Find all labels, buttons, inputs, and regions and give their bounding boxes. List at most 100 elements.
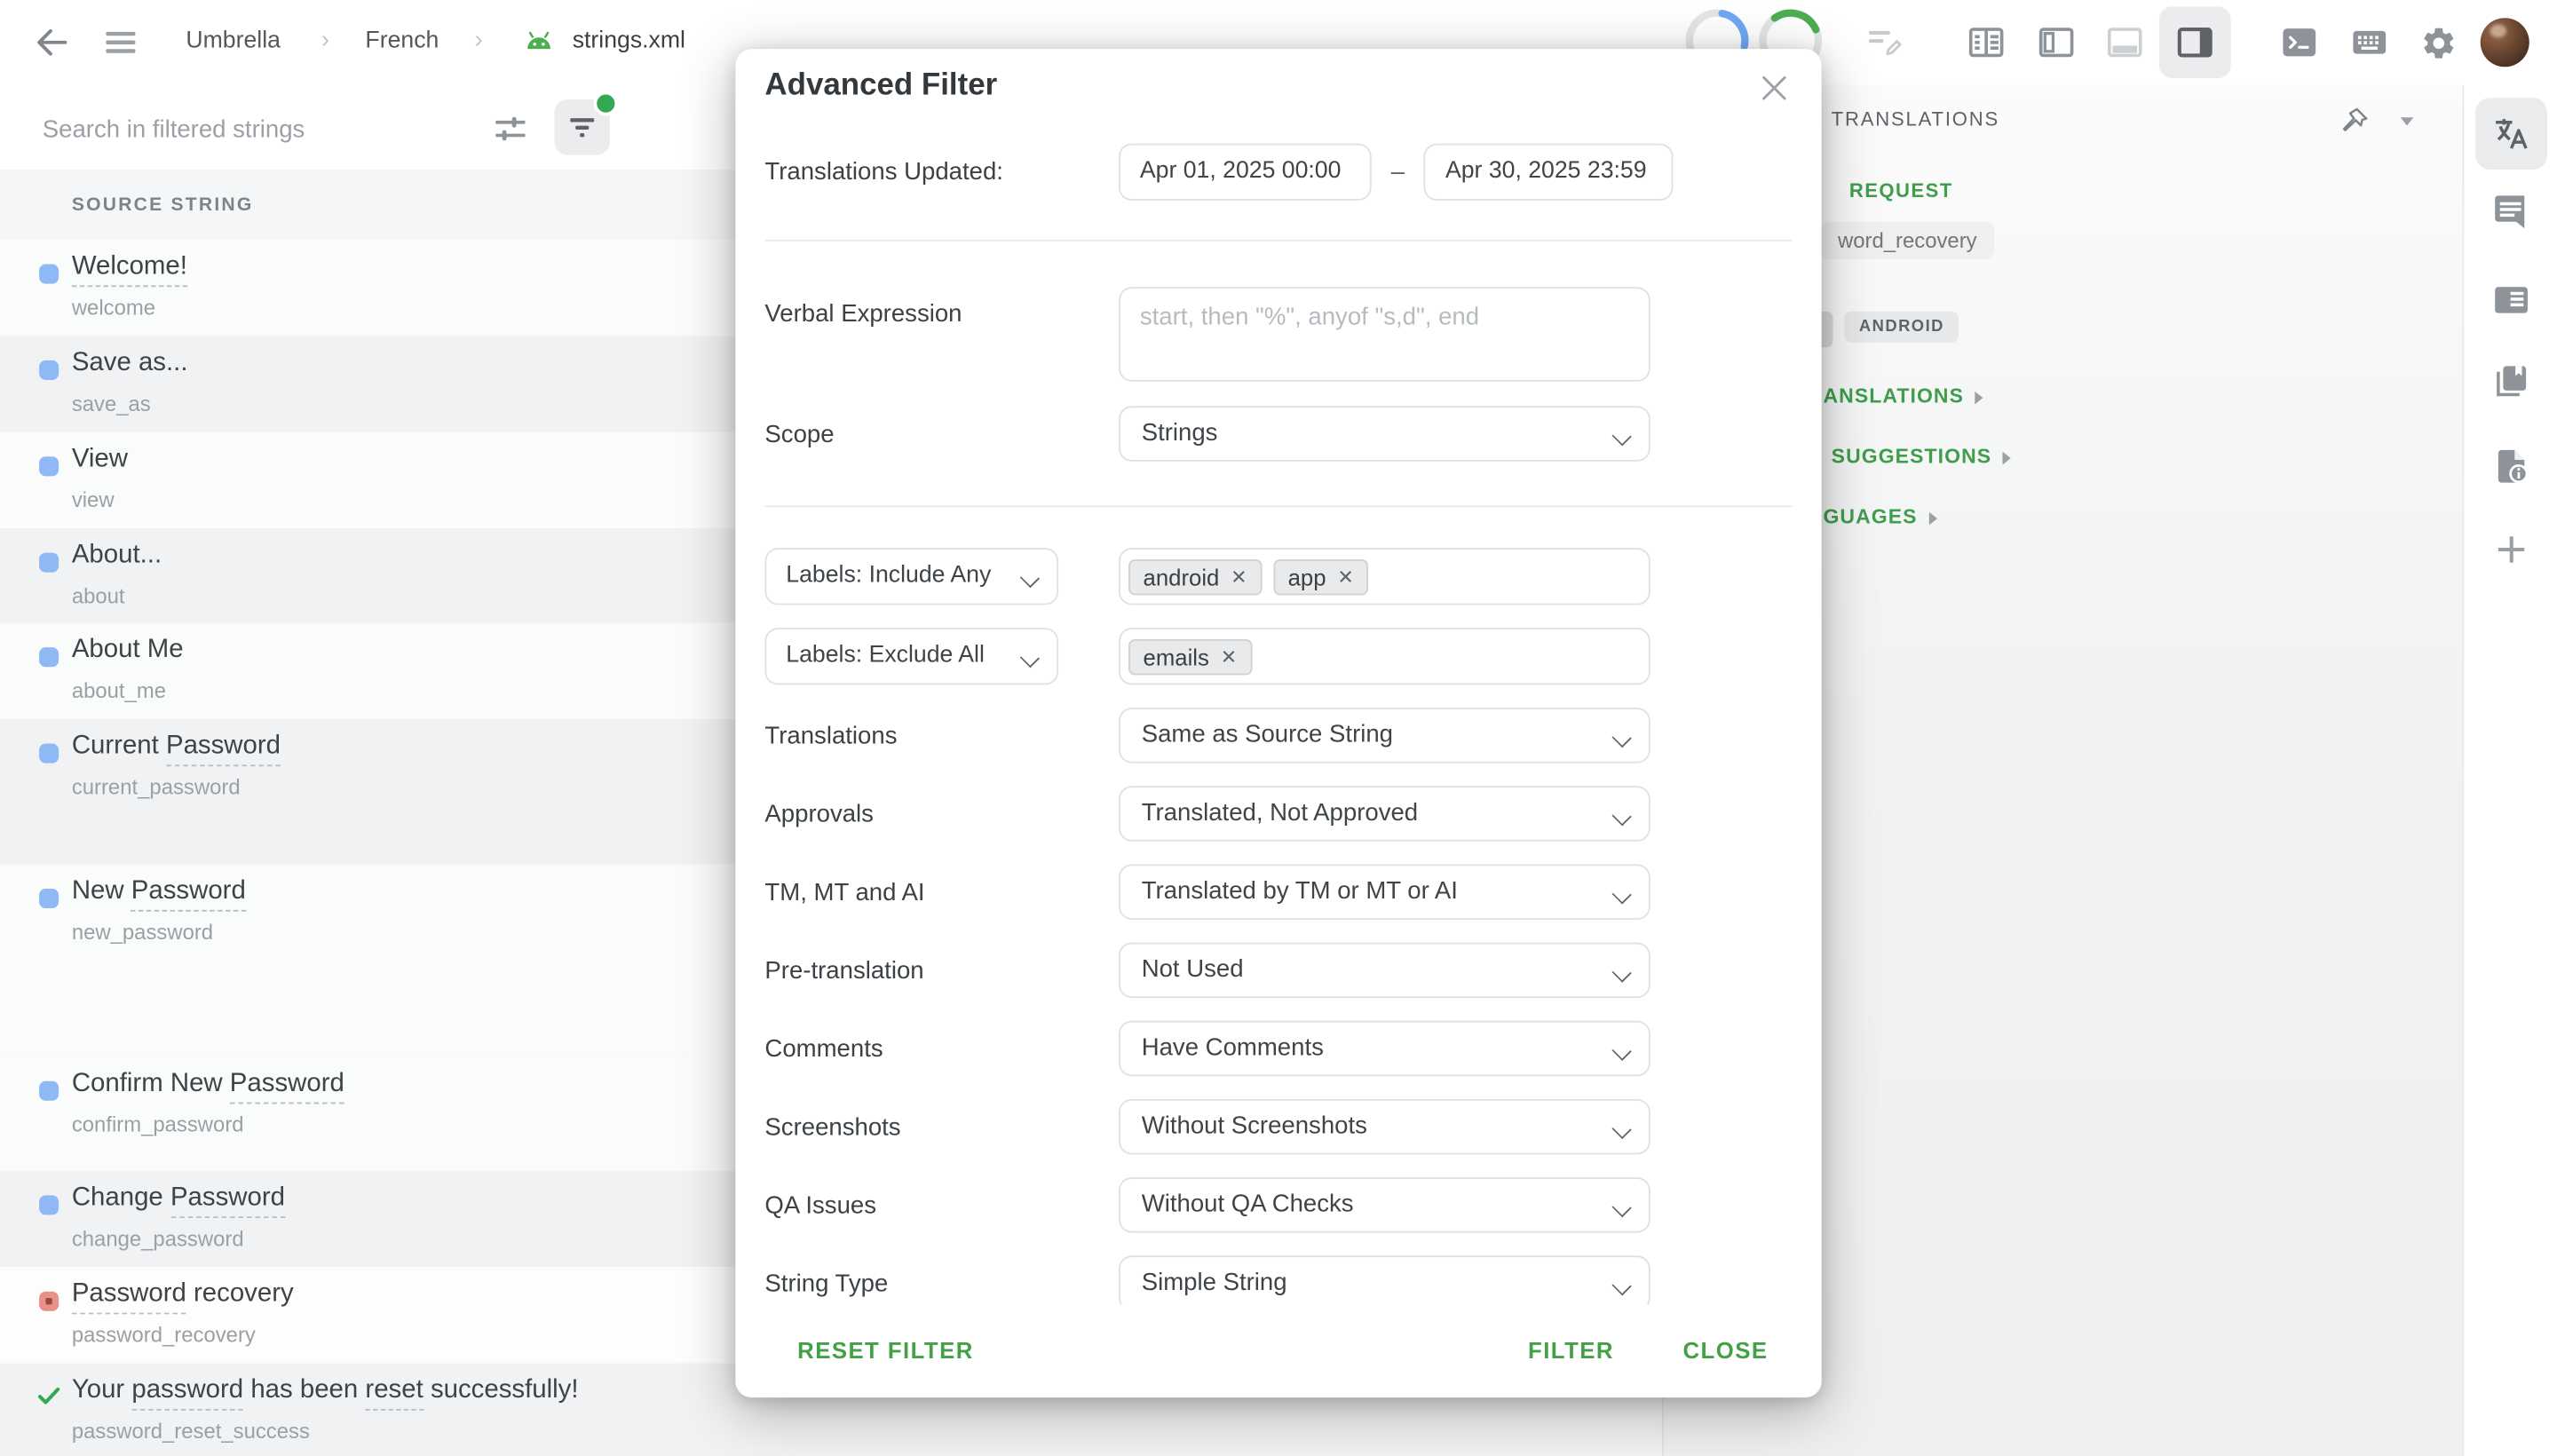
filter-select-value: Not Used — [1142, 955, 1244, 983]
console-icon[interactable] — [2280, 23, 2319, 62]
tune-sliders-icon[interactable] — [491, 109, 530, 148]
check-icon — [35, 1381, 64, 1411]
dates-row: Translations Updated: Apr 01, 2025 00:00… — [764, 144, 1792, 201]
string-bullet — [39, 553, 59, 573]
string-key: about — [72, 584, 125, 609]
label-chip-text: android — [1144, 564, 1220, 590]
filter-row: String Type Simple String — [764, 1255, 1792, 1310]
close-icon[interactable] — [1756, 70, 1792, 106]
filter-select[interactable]: Simple String — [1119, 1255, 1651, 1310]
back-icon[interactable] — [33, 23, 72, 62]
filter-select-value: Translated by TM or MT or AI — [1142, 877, 1458, 905]
date-from-input[interactable]: Apr 01, 2025 00:00 — [1119, 144, 1372, 201]
chevron-right-icon — [1975, 391, 1983, 404]
remove-chip-icon[interactable]: ✕ — [1231, 565, 1247, 588]
add-panel-icon[interactable] — [2492, 530, 2531, 569]
chevron-down-icon — [1612, 728, 1632, 748]
translate-icon[interactable] — [2492, 115, 2531, 154]
scope-select[interactable]: Strings — [1119, 406, 1651, 461]
panel-section-link[interactable]: GUAGES — [1823, 505, 1936, 528]
source-string-column-label: SOURCE STRING — [72, 195, 254, 215]
request-link[interactable]: REQUEST — [1849, 179, 1953, 202]
context-article-icon[interactable] — [2492, 281, 2531, 320]
filter-label: TM, MT and AI — [764, 878, 1119, 906]
settings-gear-icon[interactable] — [2420, 25, 2458, 62]
scope-value: Strings — [1142, 419, 1218, 447]
filter-label: QA Issues — [764, 1191, 1119, 1219]
breadcrumb-project[interactable]: Umbrella — [186, 28, 281, 53]
filter-select[interactable]: Not Used — [1119, 943, 1651, 998]
chevron-down-icon — [1612, 963, 1632, 983]
labels-include-select[interactable]: Labels: Include Any — [764, 548, 1058, 605]
filter-label: String Type — [764, 1270, 1119, 1297]
filter-select[interactable]: Translated by TM or MT or AI — [1119, 864, 1651, 919]
remove-chip-icon[interactable]: ✕ — [1337, 565, 1353, 588]
keyboard-icon[interactable] — [2350, 23, 2389, 62]
filter-select[interactable]: Have Comments — [1119, 1021, 1651, 1076]
chevron-down-icon — [1612, 1041, 1632, 1061]
filter-select[interactable]: Translated, Not Approved — [1119, 786, 1651, 841]
panel-section-link[interactable]: ANSLATIONS — [1823, 384, 1983, 408]
file-info-icon[interactable] — [2492, 447, 2531, 486]
label-chip[interactable]: emails ✕ — [1128, 638, 1252, 674]
labels-exclude-row: Labels: Exclude All emails ✕ — [764, 628, 1792, 684]
string-bullet — [39, 744, 59, 764]
comments-icon[interactable] — [2492, 193, 2531, 232]
breadcrumb-separator: › — [474, 26, 482, 53]
string-bullet — [39, 265, 59, 284]
hidden-string-bullet — [39, 1292, 59, 1311]
pin-icon[interactable] — [2339, 105, 2371, 138]
user-avatar[interactable] — [2481, 18, 2529, 67]
labels-exclude-chips[interactable]: emails ✕ — [1119, 628, 1651, 684]
string-bullet — [39, 360, 59, 380]
chevron-right-icon — [1928, 511, 1936, 525]
compose-icon[interactable] — [1865, 23, 1904, 62]
string-bullet — [39, 647, 59, 667]
string-bullet — [39, 889, 59, 908]
string-key: password_recovery — [72, 1323, 256, 1348]
filter-select[interactable]: Same as Source String — [1119, 708, 1651, 763]
string-key: password_reset_success — [72, 1419, 310, 1444]
string-bullet — [39, 456, 59, 476]
chevron-down-icon — [1020, 568, 1040, 588]
labels-exclude-select[interactable]: Labels: Exclude All — [764, 628, 1058, 684]
label-chip-text: app — [1288, 564, 1326, 590]
glossary-book-icon[interactable] — [2492, 362, 2531, 401]
filter-select-value: Have Comments — [1142, 1033, 1324, 1061]
filter-select-value: Simple String — [1142, 1269, 1287, 1296]
filter-active-dot — [594, 91, 619, 116]
filter-select[interactable]: Without QA Checks — [1119, 1177, 1651, 1232]
panel-section-link[interactable]: SUGGESTIONS — [1832, 445, 2012, 468]
right-panel-view-icon[interactable] — [2175, 23, 2214, 62]
date-to-input[interactable]: Apr 30, 2025 23:59 — [1424, 144, 1674, 201]
remove-chip-icon[interactable]: ✕ — [1221, 645, 1237, 668]
search-input[interactable] — [39, 101, 470, 156]
bottom-panel-view-icon[interactable] — [2105, 23, 2144, 62]
string-key: confirm_password — [72, 1112, 244, 1137]
side-by-side-view-icon[interactable] — [2037, 23, 2076, 62]
filter-row: CommentsHave Comments — [764, 1021, 1792, 1076]
source-string-text: Password recovery — [72, 1280, 294, 1310]
labels-include-chips[interactable]: android ✕ app ✕ — [1119, 548, 1651, 605]
label-chip[interactable]: android ✕ — [1128, 558, 1262, 594]
android-icon — [522, 26, 557, 60]
breadcrumb-file[interactable]: strings.xml — [573, 28, 685, 53]
chevron-down-icon[interactable] — [2401, 117, 2414, 125]
close-button[interactable]: CLOSE — [1683, 1337, 1769, 1363]
filter-label: Screenshots — [764, 1113, 1119, 1141]
filter-row: QA IssuesWithout QA Checks — [764, 1177, 1792, 1232]
menu-icon[interactable] — [101, 23, 140, 62]
label-chip-text: emails — [1144, 644, 1209, 669]
reset-filter-button[interactable]: RESET FILTER — [797, 1337, 974, 1363]
filter-button[interactable]: FILTER — [1528, 1337, 1614, 1363]
filter-row: TranslationsSame as Source String — [764, 708, 1792, 763]
dates-label: Translations Updated: — [764, 158, 1119, 186]
label-chip[interactable]: app ✕ — [1273, 558, 1368, 594]
advanced-filter-modal: Advanced Filter Translations Updated: Ap… — [735, 49, 1821, 1397]
source-string-text: Welcome! — [72, 253, 187, 282]
breadcrumb-language[interactable]: French — [365, 28, 439, 53]
filter-select[interactable]: Without Screenshots — [1119, 1099, 1651, 1154]
table-view-icon[interactable] — [1967, 23, 2006, 62]
chevron-down-icon — [1612, 884, 1632, 904]
verbal-expression-input[interactable] — [1119, 287, 1651, 382]
